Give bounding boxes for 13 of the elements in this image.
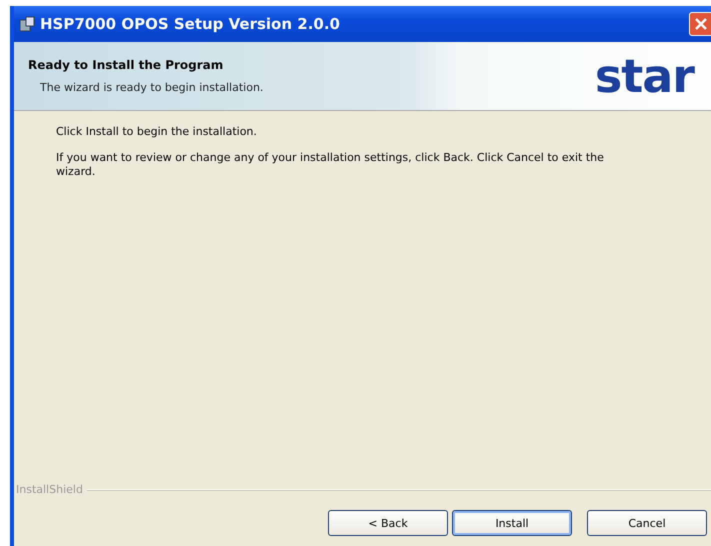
setup-icon — [18, 15, 36, 33]
close-button[interactable] — [689, 12, 711, 36]
wizard-button[interactable]: < Back — [328, 510, 448, 536]
logo: star — [594, 49, 694, 103]
instruction-text: Click Install to begin the installation. — [56, 125, 258, 139]
instruction-text: If you want to review or change any of your installation settings, click Back. Click Cancel to exit the wizard. — [56, 151, 605, 179]
page-subtitle: The wizard is ready to begin installation. — [39, 81, 264, 94]
close-icon — [694, 17, 708, 31]
page-title: Ready to Install the Program — [28, 58, 224, 72]
window-title: HSP7000 OPOS Setup Version 2.0.0 — [40, 15, 341, 33]
wizard-button[interactable]: Cancel — [587, 510, 707, 536]
installshield-label: InstallShield — [16, 483, 83, 496]
wizard-button[interactable]: Install — [452, 510, 572, 536]
